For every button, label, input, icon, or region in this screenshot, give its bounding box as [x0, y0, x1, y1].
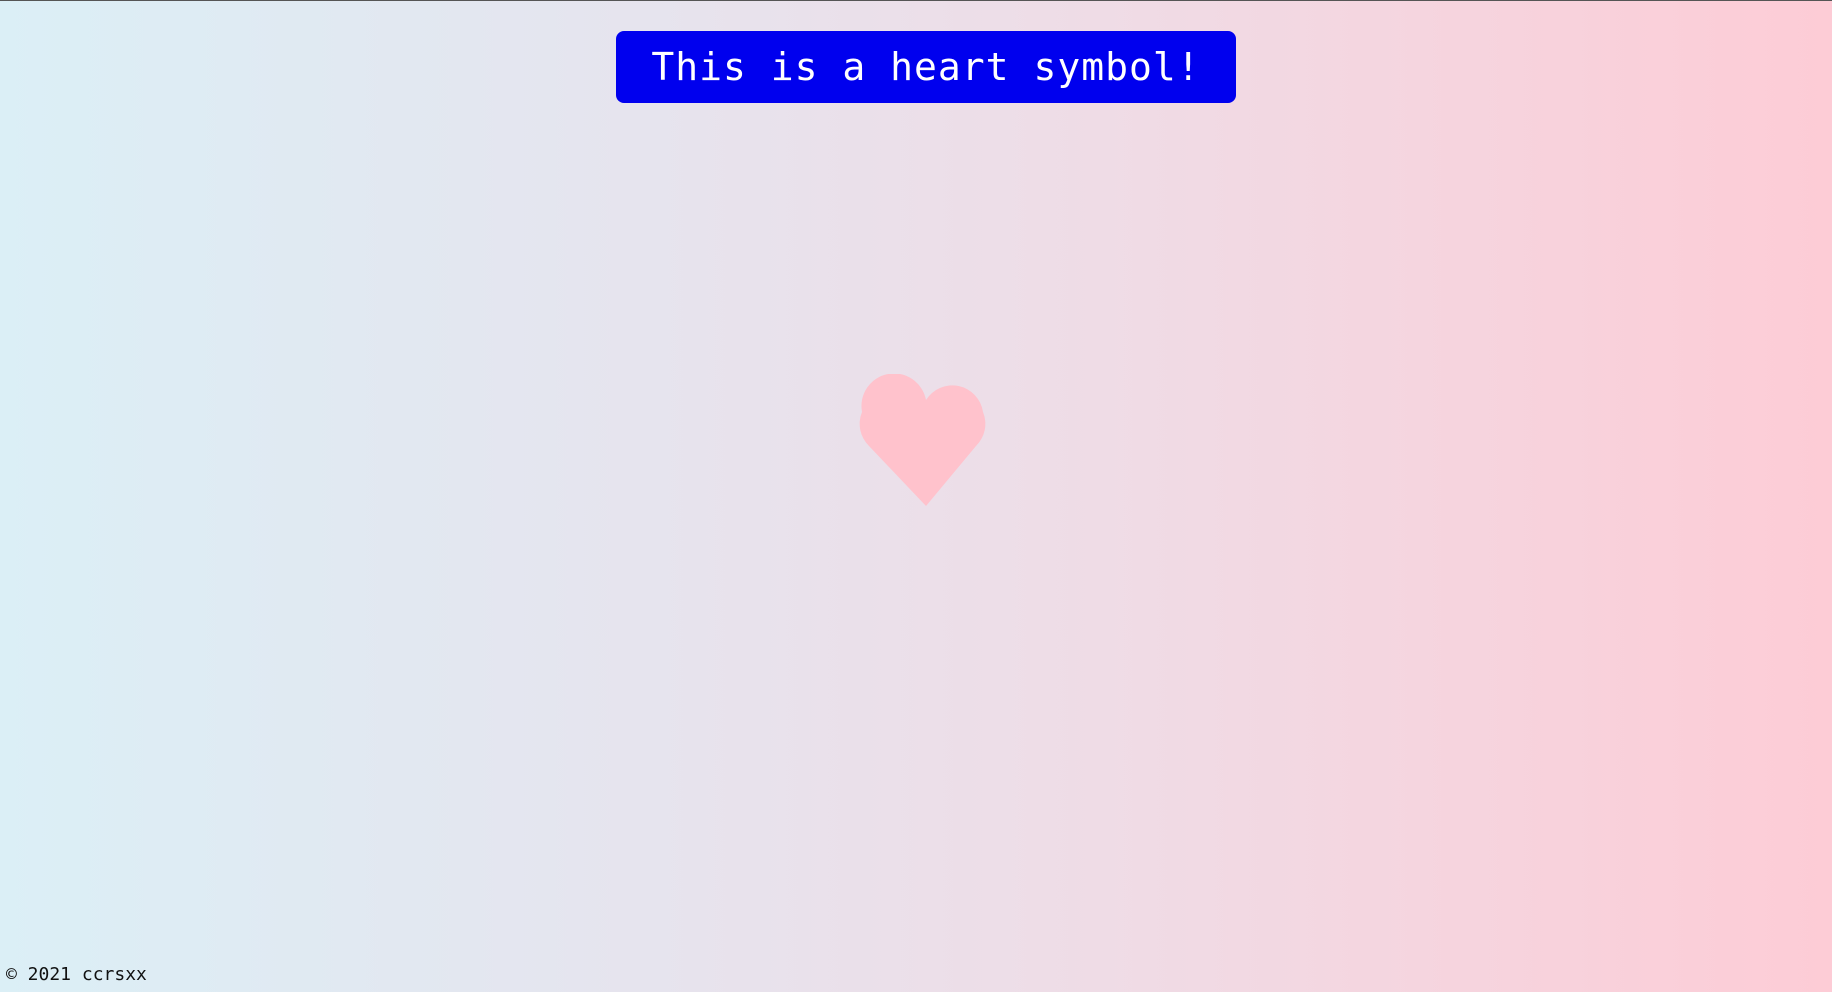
heart-shape: [859, 374, 986, 506]
heart-icon: [852, 374, 1000, 508]
copyright-text: © 2021 ccrsxx: [6, 964, 147, 985]
heart-banner: This is a heart symbol!: [616, 31, 1236, 103]
top-border: [0, 0, 1832, 1]
